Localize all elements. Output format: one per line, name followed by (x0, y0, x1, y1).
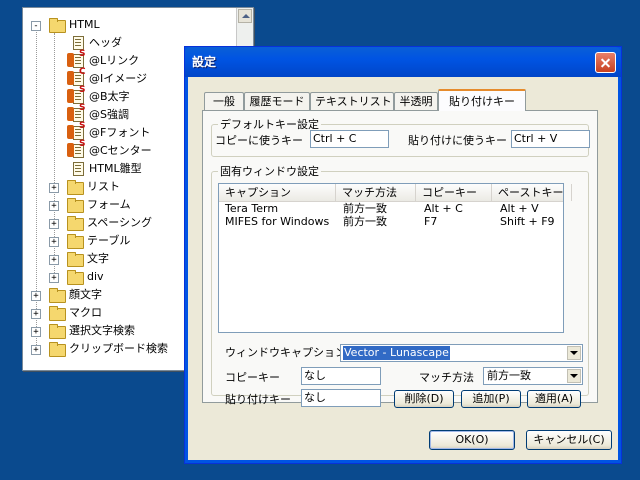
group-label: 固有ウィンドウ設定 (218, 165, 321, 178)
document-icon: S (67, 104, 85, 122)
folder-icon (67, 198, 84, 213)
tab-general[interactable]: 一般 (204, 92, 244, 110)
paste-key-label: 貼り付けキー (225, 393, 291, 406)
add-button[interactable]: 追加(P) (461, 390, 521, 408)
tree-item-label: @Cセンター (89, 144, 152, 157)
document-icon: S (67, 122, 85, 140)
tree-item-label: ヘッダ (89, 36, 122, 49)
expand-icon[interactable] (49, 201, 59, 211)
delete-button[interactable]: 削除(D) (394, 390, 454, 408)
tab-text-list[interactable]: テキストリスト (310, 92, 394, 110)
expand-icon[interactable] (31, 291, 41, 301)
tree-item-label: @Iイメージ (89, 72, 148, 85)
chevron-down-icon[interactable] (567, 369, 581, 383)
document-icon: S (67, 50, 85, 68)
tree-item-label: マクロ (69, 306, 102, 319)
tree-item-label: テーブル (87, 234, 131, 247)
folder-icon (49, 306, 66, 321)
settings-dialog: 設定 一般 履歴モード テキストリスト 半透明 貼り付けキー デフォルトキー設定… (184, 46, 622, 464)
window-caption-label: ウィンドウキャプション (225, 346, 346, 359)
column-paste-key[interactable]: ペーストキー (492, 184, 572, 201)
paste-key-label: 貼り付けに使うキー (408, 134, 507, 147)
default-paste-key-field[interactable]: Ctrl + V (511, 130, 590, 148)
window-caption-combo[interactable]: Vector - Lunascape (340, 344, 583, 362)
group-label: デフォルトキー設定 (218, 118, 321, 131)
tree-item-label: 顔文字 (69, 288, 102, 301)
expand-icon[interactable] (31, 345, 41, 355)
cell-caption: Tera Term (225, 202, 279, 215)
folder-icon (67, 234, 84, 249)
cell-copy-key: F7 (424, 215, 438, 228)
apply-button[interactable]: 適用(A) (527, 390, 581, 408)
tree-item-label: @Lリンク (89, 54, 140, 67)
tree-item-html[interactable]: HTML (31, 16, 231, 34)
cell-copy-key: Alt + C (424, 202, 463, 215)
expand-icon[interactable] (49, 255, 59, 265)
window-list[interactable]: キャプション マッチ方法 コピーキー ペーストキー Tera Term 前方一致… (218, 183, 572, 333)
document-icon: S (67, 140, 85, 158)
list-header: キャプション マッチ方法 コピーキー ペーストキー (219, 184, 572, 202)
tab-history-mode[interactable]: 履歴モード (244, 92, 310, 110)
copy-key-field[interactable]: なし (301, 367, 381, 385)
document-icon: C (67, 68, 86, 86)
folder-icon (67, 252, 84, 267)
cell-match: 前方一致 (343, 215, 387, 228)
expand-icon[interactable] (49, 273, 59, 283)
document-icon (73, 36, 84, 50)
paste-key-field[interactable]: なし (301, 389, 381, 407)
folder-icon (49, 324, 66, 339)
cell-paste-key: Shift + F9 (500, 215, 555, 228)
document-icon (73, 162, 84, 176)
tree-item-label: @B太字 (89, 90, 130, 103)
folder-icon (49, 288, 66, 303)
document-icon: S (67, 86, 85, 104)
tree-item-label: HTML雛型 (89, 162, 142, 175)
match-method-label: マッチ方法 (419, 371, 474, 384)
tree-item-label: 文字 (87, 252, 109, 265)
cell-match: 前方一致 (343, 202, 387, 215)
default-copy-key-field[interactable]: Ctrl + C (310, 130, 389, 148)
close-icon[interactable] (595, 52, 616, 73)
copy-key-label: コピーに使うキー (215, 134, 303, 147)
cell-caption: MIFES for Windows (225, 215, 330, 228)
tree-item-label: div (87, 270, 104, 283)
collapse-icon[interactable] (31, 21, 41, 31)
expand-icon[interactable] (49, 183, 59, 193)
cell-paste-key: Alt + V (500, 202, 539, 215)
dialog-body: 一般 履歴モード テキストリスト 半透明 貼り付けキー デフォルトキー設定 コピ… (188, 77, 618, 460)
scroll-up-button[interactable] (238, 9, 252, 23)
column-match[interactable]: マッチ方法 (336, 184, 416, 201)
tree-item-label: 選択文字検索 (69, 324, 135, 337)
dialog-title: 設定 (192, 55, 217, 69)
folder-icon (67, 180, 84, 195)
match-method-combo[interactable]: 前方一致 (483, 367, 583, 385)
expand-icon[interactable] (31, 309, 41, 319)
expand-icon[interactable] (31, 327, 41, 337)
match-method-value: 前方一致 (487, 369, 531, 382)
column-copy-key[interactable]: コピーキー (416, 184, 492, 201)
expand-icon[interactable] (49, 237, 59, 247)
expand-icon[interactable] (49, 219, 59, 229)
title-bar[interactable]: 設定 (185, 47, 621, 77)
tree-item-label: HTML (69, 18, 100, 31)
tree-item-label: クリップボード検索 (69, 342, 168, 355)
column-caption[interactable]: キャプション (219, 184, 336, 201)
ok-button[interactable]: OK(O) (429, 430, 515, 450)
tree-item-label: @S強調 (89, 108, 129, 121)
tree-item-label: リスト (87, 180, 120, 193)
tree-item-label: スペーシング (87, 216, 153, 229)
folder-icon (67, 270, 84, 285)
cancel-button[interactable]: キャンセル(C) (526, 430, 612, 450)
tab-transparency[interactable]: 半透明 (394, 92, 438, 110)
folder-icon (49, 342, 66, 357)
window-caption-value: Vector - Lunascape (343, 346, 450, 360)
folder-icon (67, 216, 84, 231)
tab-page-paste-key: デフォルトキー設定 コピーに使うキー Ctrl + C 貼り付けに使うキー Ct… (202, 110, 598, 408)
copy-key-label: コピーキー (225, 371, 280, 384)
tree-item-label: @Fフォント (89, 126, 151, 139)
tab-paste-key[interactable]: 貼り付けキー (438, 89, 526, 111)
tree-item-label: フォーム (87, 198, 131, 211)
chevron-down-icon[interactable] (567, 346, 581, 360)
folder-icon (49, 18, 66, 33)
